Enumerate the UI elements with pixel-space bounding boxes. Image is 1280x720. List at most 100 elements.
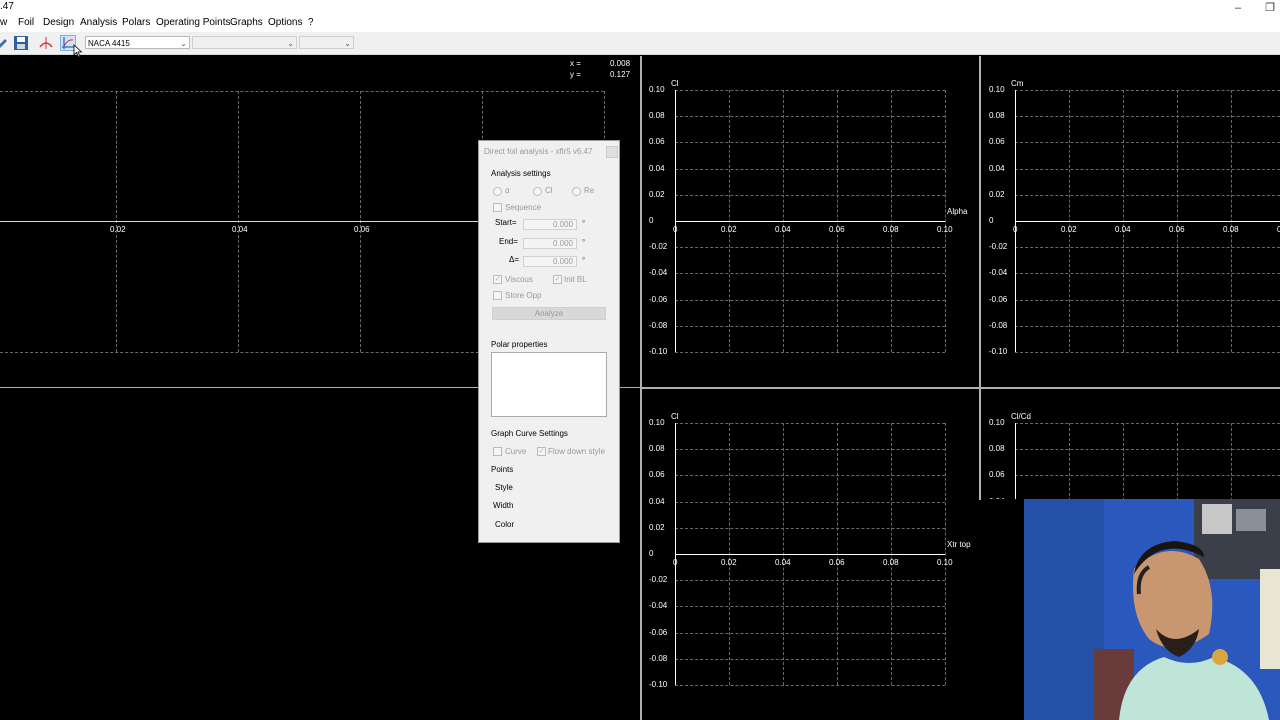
grid-line — [0, 91, 604, 92]
menu-help[interactable]: ? — [308, 17, 314, 28]
y-tick-label: -0.04 — [989, 268, 1008, 278]
minimize-button[interactable]: – — [1222, 0, 1254, 16]
graph-cl-xtr[interactable]: 0.10 0.08 0.06 0.04 0.02 0 -0.02 -0.04 -0.06 -0.0… — [642, 389, 979, 720]
flow-down-style-checkbox[interactable]: ✓ — [537, 447, 546, 456]
menu-foil[interactable]: Foil — [18, 17, 34, 28]
grid-line — [1015, 325, 1280, 327]
x-tick-label: 0.08 — [883, 225, 899, 234]
foil-x-tick: 0.04 — [232, 225, 248, 234]
title-bar: .47 – ❐ — [0, 0, 1280, 16]
save-icon[interactable] — [13, 35, 29, 51]
start-input[interactable]: 0.000 — [523, 219, 577, 230]
grid-line — [675, 449, 945, 451]
y-tick-label: 0.10 — [989, 85, 1005, 94]
grid-line — [1015, 352, 1280, 353]
grid-line — [675, 423, 945, 424]
dialog-title: Direct foil analysis - xflr5 v6.47 — [484, 147, 593, 156]
style-label[interactable]: Style — [495, 483, 513, 492]
y-tick-label: 0.06 — [649, 470, 665, 480]
sequence-checkbox[interactable] — [493, 203, 502, 212]
grid-line — [1015, 273, 1280, 275]
graph-cl-alpha[interactable]: 0.10 0.08 0.06 0.04 0.02 0 -0.02 -0.04 -0.06 -0.0… — [642, 56, 979, 387]
polar-select[interactable]: ⌄ — [192, 36, 297, 49]
grid-line — [675, 273, 945, 275]
y-axis — [675, 423, 676, 685]
analyze-button[interactable]: Analyze — [492, 307, 606, 320]
opp-select[interactable]: ⌄ — [299, 36, 354, 49]
x-axis — [675, 554, 945, 555]
chevron-down-icon: ⌄ — [180, 39, 187, 48]
menu-polars[interactable]: Polars — [122, 17, 150, 28]
y-tick-label: 0.10 — [649, 418, 665, 427]
store-opp-checkbox[interactable] — [493, 291, 502, 300]
grid-line — [675, 527, 945, 529]
close-button[interactable] — [606, 146, 618, 158]
y-tick-label: 0.06 — [989, 137, 1005, 147]
end-input[interactable]: 0.000 — [523, 238, 577, 249]
direct-foil-analysis-dialog: Direct foil analysis - xflr5 v6.47 Analy… — [478, 140, 620, 543]
radio-cl[interactable] — [533, 187, 542, 196]
menu-design[interactable]: Design — [43, 17, 74, 28]
menu-graphs[interactable]: Graphs — [230, 17, 263, 28]
grid-line — [675, 475, 945, 477]
radio-alpha[interactable] — [493, 187, 502, 196]
window-title: .47 — [0, 1, 14, 12]
y-tick-label: -0.06 — [649, 627, 668, 637]
graph-cl-cd[interactable]: 0.100.080.060.040.020-0.02-0.04-0.06-0.0… — [981, 389, 1280, 499]
curve-checkbox[interactable] — [493, 447, 502, 456]
webcam-overlay — [1024, 499, 1280, 720]
y-tick-label: -0.10 — [989, 347, 1008, 356]
points-label[interactable]: Points — [491, 465, 513, 474]
y-tick-label: 0.04 — [649, 496, 665, 506]
y-tick-label: 0.08 — [649, 111, 665, 121]
x-tick-label: 0.02 — [721, 225, 737, 234]
flow-down-style-label: Flow down style — [548, 447, 605, 456]
grid-line — [675, 90, 945, 91]
grid-line — [1015, 299, 1280, 301]
x-tick-label: 0.08 — [883, 558, 899, 567]
cursor-x-label: x = — [570, 59, 581, 68]
y-axis — [675, 90, 676, 352]
y-tick-label: 0.02 — [989, 189, 1005, 199]
y-tick-label: -0.04 — [649, 268, 668, 278]
x-axis — [675, 221, 945, 222]
polar-properties-box[interactable] — [491, 352, 607, 417]
cursor-y-value: 0.127 — [610, 70, 631, 79]
y-tick-label: -0.02 — [649, 575, 668, 585]
menu-view[interactable]: w — [0, 17, 7, 28]
y-tick-label: -0.02 — [649, 242, 668, 252]
grid-line — [945, 90, 946, 352]
menu-bar: w Foil Design Analysis Polars Operating … — [0, 16, 1280, 32]
grid-line — [675, 501, 945, 503]
viscous-checkbox[interactable]: ✓ — [493, 275, 502, 284]
y-tick-label: 0.10 — [989, 418, 1005, 427]
y-tick-label: -0.06 — [649, 294, 668, 304]
grid-line — [675, 685, 945, 686]
start-unit: ° — [582, 219, 586, 228]
menu-analysis[interactable]: Analysis — [80, 17, 117, 28]
foil-view-icon[interactable] — [38, 35, 54, 51]
y-tick-label: 0.08 — [649, 444, 665, 454]
menu-options[interactable]: Options — [268, 17, 302, 28]
radio-re[interactable] — [572, 187, 581, 196]
foil-select[interactable]: NACA 4415 ⌄ — [85, 36, 190, 49]
x-tick-label: 0.08 — [1223, 225, 1239, 234]
delta-input[interactable]: 0.000 — [523, 256, 577, 267]
width-label[interactable]: Width — [493, 501, 513, 510]
graph-cm[interactable]: 0.10 0.08 0.06 0.04 0.02 0 -0.02 -0.04 -0.06 -0.0… — [981, 56, 1280, 387]
menu-operating-points[interactable]: Operating Points — [156, 17, 231, 28]
maximize-button[interactable]: ❐ — [1254, 0, 1280, 16]
foil-select-value: NACA 4415 — [88, 39, 130, 48]
x-tick-label: 0.06 — [1169, 225, 1185, 234]
y-tick-label: 0.08 — [989, 444, 1005, 454]
grid-line — [1015, 90, 1280, 91]
y-axis — [1015, 90, 1016, 352]
grid-line — [1069, 423, 1070, 499]
x-tick-label: 0.02 — [1061, 225, 1077, 234]
color-label[interactable]: Color — [495, 520, 514, 529]
open-icon[interactable] — [0, 35, 10, 51]
init-bl-checkbox[interactable]: ✓ — [553, 275, 562, 284]
y-tick-label: 0.08 — [989, 111, 1005, 121]
grid-line — [1177, 423, 1178, 499]
cursor-y-label: y = — [570, 70, 581, 79]
